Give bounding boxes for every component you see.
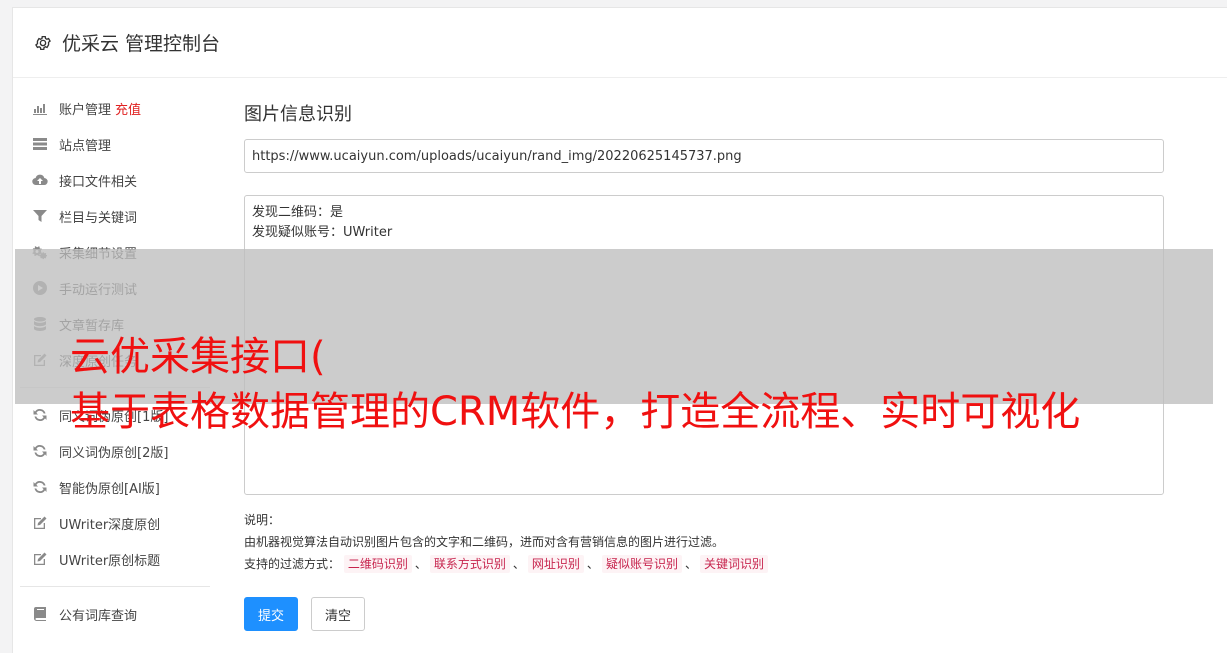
edit-icon (31, 550, 49, 568)
desc-label: 说明： (244, 513, 281, 527)
clear-button[interactable]: 清空 (311, 597, 365, 631)
action-buttons: 提交 清空 (244, 597, 1164, 631)
cloud-upload-icon (31, 171, 49, 189)
server-icon (31, 135, 49, 153)
desc-text: 由机器视觉算法自动识别图片包含的文字和二维码，进而对含有营销信息的图片进行过滤。 (244, 535, 725, 549)
sidebar-item-group2-4[interactable]: UWriter原创标题 (20, 541, 210, 577)
bar-chart-icon (31, 99, 49, 117)
filter-methods: 支持的过滤方式： 二维码识别、联系方式识别、网址识别、疑似账号识别、关键词识别 (244, 553, 1164, 575)
overlay-headline: 云优采集接口( 基于表格数据管理的CRM软件，打造全流程、实时可视化 (70, 330, 1080, 440)
sidebar-item-label: 公有词库查询 (59, 608, 138, 624)
filter-tag: 网址识别 (527, 555, 584, 573)
filter-tag: 疑似账号识别 (601, 555, 682, 573)
gear-icon (35, 35, 51, 50)
overlay-line-2: 基于表格数据管理的CRM软件，打造全流程、实时可视化 (70, 389, 1081, 435)
sidebar-item-group1-1[interactable]: 站点管理 (20, 126, 210, 162)
result-line-account: 发现疑似账号：UWriter (252, 225, 393, 240)
overlay-line-1: 云优采集接口( (70, 334, 326, 380)
section-title: 图片信息识别 (244, 104, 352, 125)
filter-separator: 、 (414, 557, 427, 571)
refresh-icon (31, 406, 49, 424)
filter-tag: 联系方式识别 (429, 555, 510, 573)
sidebar-item-label: UWriter深度原创 (59, 517, 161, 533)
page-header: 优采云 管理控制台 (13, 8, 1227, 78)
sidebar-item-group1-2[interactable]: 接口文件相关 (20, 162, 210, 198)
sidebar-item-label: UWriter原创标题 (59, 553, 161, 569)
sidebar-item-label: 同义词伪原创[2版] (59, 445, 169, 461)
sidebar-item-group3-0[interactable]: 公有词库查询 (20, 596, 210, 632)
description: 说明： 由机器视觉算法自动识别图片包含的文字和二维码，进而对含有营销信息的图片进… (244, 509, 1164, 575)
sidebar-item-group1-3[interactable]: 栏目与关键词 (20, 198, 210, 234)
sidebar-item-group2-3[interactable]: UWriter深度原创 (20, 505, 210, 541)
sidebar-item-label: 接口文件相关 (59, 174, 138, 190)
sidebar-item-label: 站点管理 (59, 138, 112, 154)
nav-divider (20, 586, 210, 587)
sidebar-item-label: 栏目与关键词 (59, 210, 138, 226)
recharge-link[interactable]: 充值 (115, 99, 141, 118)
page-title: 优采云 管理控制台 (62, 33, 221, 55)
result-line-qrcode: 发现二维码：是 (252, 205, 344, 220)
image-url-input[interactable] (244, 139, 1164, 173)
filters-label: 支持的过滤方式： (244, 557, 341, 571)
submit-button[interactable]: 提交 (244, 597, 298, 631)
refresh-icon (31, 478, 49, 496)
filter-separator: 、 (684, 557, 697, 571)
filter-tag: 关键词识别 (699, 555, 768, 573)
sidebar-item-group2-2[interactable]: 智能伪原创[AI版] (20, 469, 210, 505)
refresh-icon (31, 442, 49, 460)
book-icon (31, 605, 49, 623)
filter-separator: 、 (586, 557, 599, 571)
filter-tag: 二维码识别 (343, 555, 412, 573)
sidebar-item-group1-0[interactable]: 账户管理 充值 (20, 90, 210, 126)
sidebar-item-label: 账户管理 (59, 102, 112, 118)
filter-icon (31, 207, 49, 225)
filter-separator: 、 (512, 557, 525, 571)
sidebar-item-label: 智能伪原创[AI版] (59, 481, 160, 497)
edit-icon (31, 514, 49, 532)
